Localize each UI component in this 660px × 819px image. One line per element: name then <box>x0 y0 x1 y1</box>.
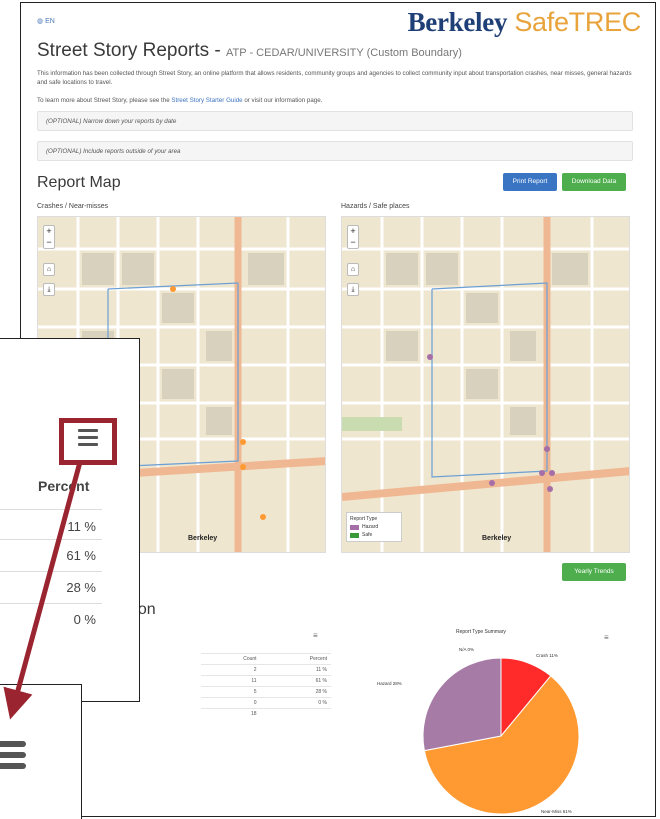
download-icon[interactable]: ⤓ <box>43 283 55 296</box>
learn-more-text: To learn more about Street Story, please… <box>37 97 322 104</box>
berkeley-safetrec-logo: Berkeley SafeTREC <box>407 7 642 38</box>
count-cell: 2 <box>201 664 261 676</box>
percent-cell: 61 % <box>260 675 331 687</box>
zoomed-menu-callout <box>0 684 82 819</box>
zoom-out-button[interactable]: − <box>44 237 54 248</box>
hazards-map[interactable]: + − ⌂ ⤓ Report Type Hazard Safe Berkeley <box>341 216 630 553</box>
date-filter-panel[interactable]: (OPTIONAL) Narrow down your reports by d… <box>37 111 633 131</box>
zoom-in-button[interactable]: + <box>348 226 358 237</box>
yearly-trends-button[interactable]: Yearly Trends <box>562 563 626 581</box>
zoom-controls[interactable]: + − <box>43 225 55 249</box>
download-data-button[interactable]: Download Data <box>562 173 626 191</box>
percent-cell: 0 % <box>260 697 331 709</box>
map-legend: Report Type Hazard Safe <box>346 512 402 542</box>
hazards-map-streets <box>342 217 629 552</box>
legend-item-hazard: Hazard <box>350 524 398 530</box>
count-cell: 11 <box>201 675 261 687</box>
home-icon[interactable]: ⌂ <box>43 263 55 276</box>
total-cell: 18 <box>201 708 261 720</box>
pie-slice-hazard[interactable] <box>422 657 502 752</box>
learn-prefix: To learn more about Street Story, please… <box>37 97 170 104</box>
percent-cell: 28 % <box>260 686 331 698</box>
zoom-out-button[interactable]: − <box>348 237 358 248</box>
zoom-percent-row: 61 % <box>0 539 102 571</box>
download-icon[interactable]: ⤓ <box>347 283 359 296</box>
pie-label-hazard: Hazard 28% <box>377 681 402 686</box>
table-total-row: 18 <box>201 708 331 720</box>
language-toggle[interactable]: ◍ EN <box>37 17 55 25</box>
zoom-percent-row: 0 % <box>0 603 102 635</box>
count-header: Count <box>201 653 261 665</box>
zoom-percent-header: Percent <box>38 478 90 494</box>
chart-menu-icon[interactable]: ≡ <box>604 633 609 642</box>
legend-title: Report Type <box>350 516 378 522</box>
outside-reports-filter-panel[interactable]: (OPTIONAL) Include reports outside of yo… <box>37 141 633 161</box>
zoom-percent-row: 28 % <box>0 571 102 603</box>
language-label: EN <box>45 18 55 25</box>
crashes-map-label: Crashes / Near-misses <box>37 203 109 210</box>
table-row: 11 61 % <box>201 675 331 687</box>
zoom-in-button[interactable]: + <box>44 226 54 237</box>
table-row: 00 % <box>201 697 331 709</box>
safe-swatch <box>350 532 359 538</box>
highlighted-menu-box <box>59 418 117 465</box>
legend-label: Safe <box>362 532 373 538</box>
summary-table: Count Percent 2 11 % 11 61 % 5 28 % 00 % 18 <box>201 653 331 720</box>
table-header-row: Count Percent <box>201 653 331 665</box>
pie-label-crash: Crash 11% <box>536 653 558 658</box>
legend-item-safe: Safe <box>350 532 398 538</box>
hazard-swatch <box>350 524 359 530</box>
hamburger-menu-icon[interactable] <box>78 429 98 449</box>
table-row: 2 11 % <box>201 664 331 676</box>
zoom-percent-row: 11 % <box>0 509 102 543</box>
zoomed-table-callout: Percent 11 % 61 % 28 % 0 % <box>0 338 140 702</box>
hazards-map-label: Hazards / Safe places <box>341 203 410 210</box>
report-map-heading: Report Map <box>37 174 121 191</box>
logo-word-berkeley: Berkeley <box>407 7 508 37</box>
city-label: Berkeley <box>482 535 512 542</box>
legend-label: Hazard <box>362 524 379 530</box>
pie-label-near-miss: Near-Miss 61% <box>541 809 572 814</box>
percent-header: Percent <box>260 653 331 665</box>
globe-icon: ◍ <box>37 18 44 25</box>
page-title-boundary: ATP - CEDAR/UNIVERSITY (Custom Boundary) <box>226 47 462 59</box>
count-cell: 5 <box>201 686 261 698</box>
large-hamburger-menu-icon[interactable] <box>0 741 26 774</box>
table-row: 5 28 % <box>201 686 331 698</box>
empty-cell <box>260 708 331 720</box>
pie-chart-title: Report Type Summary <box>456 629 506 635</box>
logo-word-safetrec: SafeTREC <box>514 7 641 37</box>
count-cell: 0 <box>201 697 261 709</box>
city-label: Berkeley <box>188 535 218 542</box>
learn-suffix: or visit our information page. <box>244 97 323 104</box>
percent-cell: 11 % <box>260 664 331 676</box>
page-title: Street Story Reports - ATP - CEDAR/UNIVE… <box>37 40 462 62</box>
home-icon[interactable]: ⌂ <box>347 263 359 276</box>
starter-guide-link[interactable]: Street Story Starter Guide <box>171 97 242 104</box>
report-type-pie-chart <box>422 657 580 815</box>
table-menu-icon[interactable]: ≡ <box>313 631 318 640</box>
print-report-button[interactable]: Print Report <box>503 173 557 191</box>
zoom-controls[interactable]: + − <box>347 225 359 249</box>
pie-label-na: N/A 0% <box>459 647 475 652</box>
page-title-main: Street Story Reports - <box>37 40 221 61</box>
intro-text: This information has been collected thro… <box>37 70 632 86</box>
